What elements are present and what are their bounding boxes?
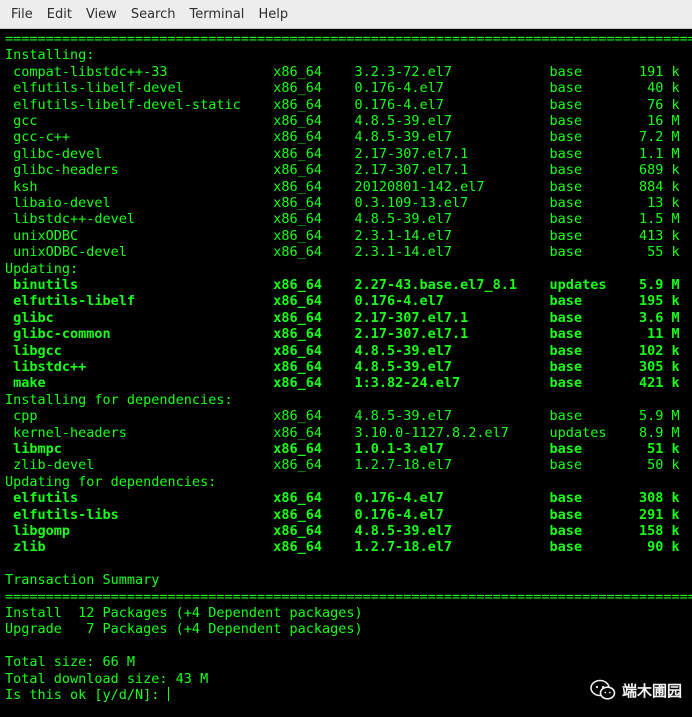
terminal-line: unixODBC x86_64 2.3.1-14.el7 base 413 k (5, 227, 680, 244)
terminal-line: elfutils-libs x86_64 0.176-4.el7 base 29… (5, 506, 680, 523)
terminal-line: glibc-common x86_64 2.17-307.el7.1 base … (5, 326, 680, 343)
terminal-line: ksh x86_64 20120801-142.el7 base 884 k (5, 178, 680, 195)
watermark-text: 端木圃园 (621, 681, 682, 700)
terminal-line: make x86_64 1:3.82-24.el7 base 421 k (5, 375, 680, 392)
terminal-line: ========================================… (5, 588, 692, 605)
terminal-line: binutils x86_64 2.27-43.base.el7_8.1 upd… (5, 277, 680, 293)
terminal-line: unixODBC-devel x86_64 2.3.1-14.el7 base … (5, 244, 680, 261)
terminal-line: libgcc x86_64 4.8.5-39.el7 base 102 k (5, 342, 680, 359)
menu-bar: File Edit View Search Terminal Help (0, 0, 692, 29)
terminal-line: Upgrade 7 Packages (+4 Dependent package… (5, 621, 363, 638)
menu-edit[interactable]: Edit (40, 0, 79, 29)
terminal-line: elfutils-libelf x86_64 0.176-4.el7 base … (5, 293, 680, 310)
terminal-line: ========================================… (5, 31, 692, 47)
terminal-line: cpp x86_64 4.8.5-39.el7 base 5.9 M (5, 408, 680, 425)
terminal-line: glibc-headers x86_64 2.17-307.el7.1 base… (5, 162, 680, 179)
menu-help[interactable]: Help (251, 0, 295, 29)
menu-search[interactable]: Search (124, 0, 183, 29)
terminal-line: Is this ok [y/d/N]: (5, 687, 169, 703)
terminal-line: gcc x86_64 4.8.5-39.el7 base 16 M (5, 113, 680, 129)
watermark: 端木圃园 (590, 679, 682, 701)
terminal-line: glibc-devel x86_64 2.17-307.el7.1 base 1… (5, 145, 680, 162)
menu-view[interactable]: View (79, 0, 124, 29)
terminal-window: File Edit View Search Terminal Help ====… (0, 0, 692, 717)
wechat-icon (590, 679, 616, 700)
terminal-line: elfutils-libelf-devel x86_64 0.176-4.el7… (5, 80, 680, 97)
terminal-line: libmpc x86_64 1.0.1-3.el7 base 51 k (5, 441, 680, 457)
terminal-line: elfutils-libelf-devel-static x86_64 0.17… (5, 96, 680, 113)
menu-file[interactable]: File (4, 0, 40, 29)
terminal-output[interactable]: ========================================… (0, 29, 692, 717)
terminal-line: libstdc++ x86_64 4.8.5-39.el7 base 305 k (5, 359, 680, 375)
terminal-line: zlib-devel x86_64 1.2.7-18.el7 base 50 k (5, 457, 680, 474)
menu-terminal[interactable]: Terminal (182, 0, 251, 29)
terminal-line: gcc-c++ x86_64 4.8.5-39.el7 base 7.2 M (5, 129, 680, 146)
terminal-line: Install 12 Packages (+4 Dependent packag… (5, 605, 363, 621)
terminal-line: libgomp x86_64 4.8.5-39.el7 base 158 k (5, 523, 680, 539)
terminal-line: Total size: 66 M (5, 654, 136, 671)
terminal-line: Installing: (5, 47, 95, 64)
terminal-line: elfutils x86_64 0.176-4.el7 base 308 k (5, 490, 680, 507)
terminal-line: libstdc++-devel x86_64 4.8.5-39.el7 base… (5, 211, 680, 228)
terminal-line: glibc x86_64 2.17-307.el7.1 base 3.6 M (5, 309, 680, 326)
terminal-line: kernel-headers x86_64 3.10.0-1127.8.2.el… (5, 424, 680, 441)
terminal-line: Transaction Summary (5, 572, 160, 589)
terminal-line: Updating for dependencies: (5, 473, 217, 490)
terminal-line: compat-libstdc++-33 x86_64 3.2.3-72.el7 … (5, 63, 680, 80)
terminal-line: Installing for dependencies: (5, 391, 233, 408)
text-cursor (167, 687, 169, 701)
terminal-line: Updating: (5, 260, 79, 277)
terminal-line: libaio-devel x86_64 0.3.109-13.el7 base … (5, 195, 680, 211)
terminal-line: Total download size: 43 M (5, 670, 209, 687)
terminal-line: zlib x86_64 1.2.7-18.el7 base 90 k (5, 539, 680, 556)
